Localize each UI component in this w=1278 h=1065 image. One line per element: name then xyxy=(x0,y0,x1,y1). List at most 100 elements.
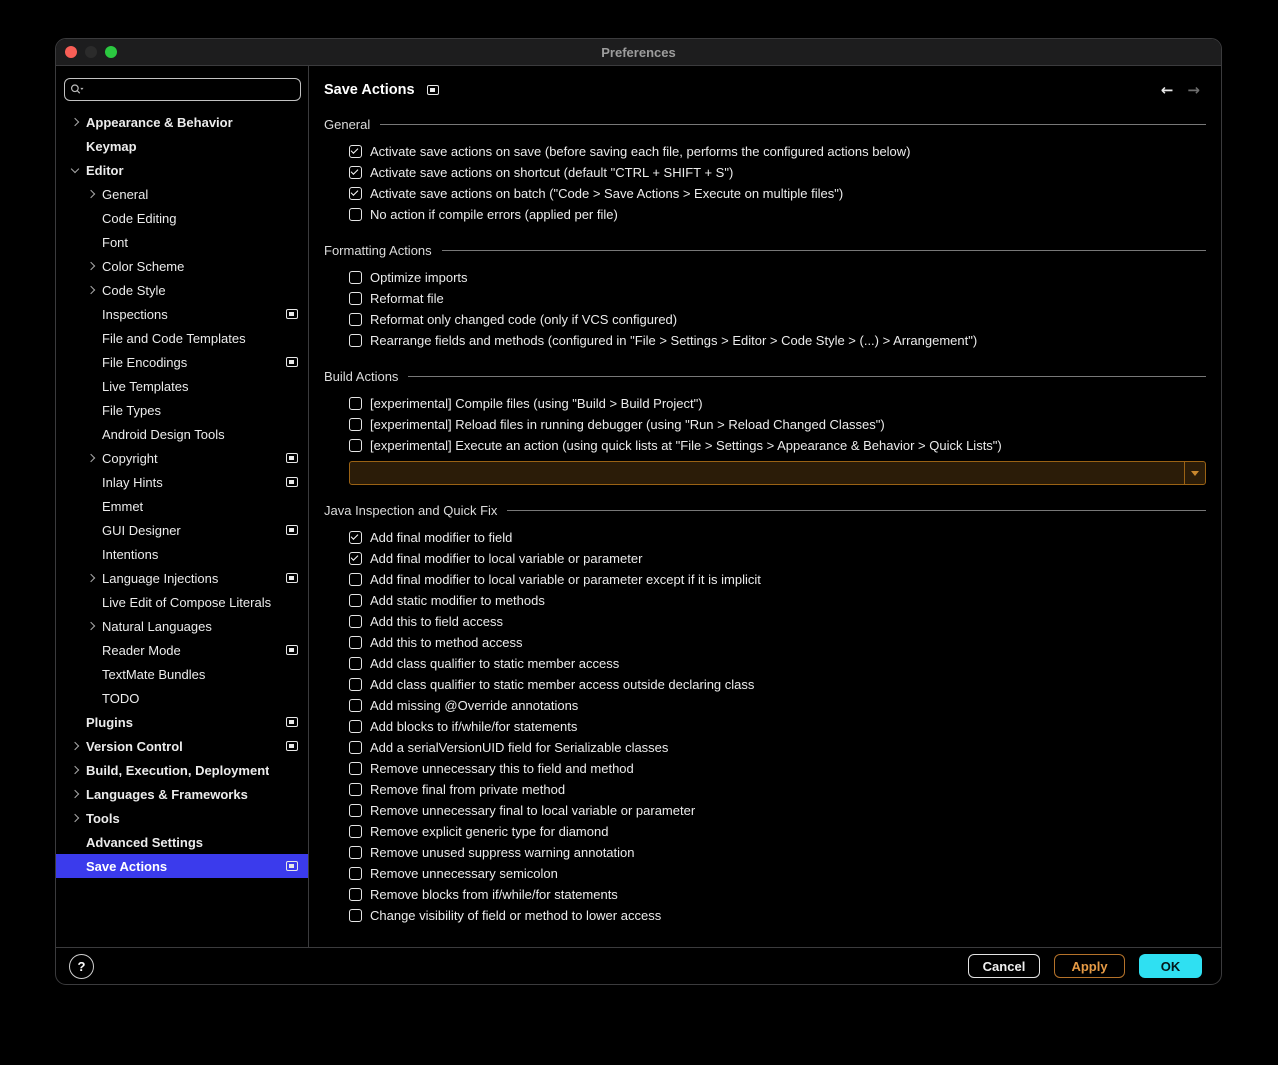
sidebar-item-file-and-code-templates[interactable]: File and Code Templates xyxy=(56,326,308,350)
checkbox-unchecked[interactable] xyxy=(349,418,362,431)
checkbox-unchecked[interactable] xyxy=(349,271,362,284)
checkbox-row-add-this-to-method-access[interactable]: Add this to method access xyxy=(349,632,1206,653)
forward-arrow-icon[interactable]: → xyxy=(1187,81,1200,99)
chevron-right-icon[interactable] xyxy=(88,263,102,269)
checkbox-unchecked[interactable] xyxy=(349,720,362,733)
chevron-right-icon[interactable] xyxy=(88,623,102,629)
sidebar-item-code-style[interactable]: Code Style xyxy=(56,278,308,302)
checkbox-row-add-static-modifier-to-methods[interactable]: Add static modifier to methods xyxy=(349,590,1206,611)
checkbox-row-remove-unnecessary-semicolon[interactable]: Remove unnecessary semicolon xyxy=(349,863,1206,884)
checkbox-unchecked[interactable] xyxy=(349,804,362,817)
checkbox-checked[interactable] xyxy=(349,531,362,544)
sidebar-item-languages-frameworks[interactable]: Languages & Frameworks xyxy=(56,782,308,806)
sidebar-item-natural-languages[interactable]: Natural Languages xyxy=(56,614,308,638)
checkbox-row-add-class-qualifier-to-static-member-access[interactable]: Add class qualifier to static member acc… xyxy=(349,653,1206,674)
checkbox-row-remove-unnecessary-this-to-field-and-method[interactable]: Remove unnecessary this to field and met… xyxy=(349,758,1206,779)
checkbox-checked[interactable] xyxy=(349,145,362,158)
checkbox-row-remove-blocks-from-if-while-for-statements[interactable]: Remove blocks from if/while/for statemen… xyxy=(349,884,1206,905)
chevron-right-icon[interactable] xyxy=(72,791,86,797)
sidebar-item-inlay-hints[interactable]: Inlay Hints xyxy=(56,470,308,494)
sidebar-item-file-encodings[interactable]: File Encodings xyxy=(56,350,308,374)
checkbox-row-remove-final-from-private-method[interactable]: Remove final from private method xyxy=(349,779,1206,800)
checkbox-unchecked[interactable] xyxy=(349,888,362,901)
checkbox-row-experimental-compile-files-using-build-build-pro[interactable]: [experimental] Compile files (using "Bui… xyxy=(349,393,1206,414)
checkbox-row-add-missing-override-annotations[interactable]: Add missing @Override annotations xyxy=(349,695,1206,716)
checkbox-row-optimize-imports[interactable]: Optimize imports xyxy=(349,267,1206,288)
sidebar-item-emmet[interactable]: Emmet xyxy=(56,494,308,518)
sidebar-item-advanced-settings[interactable]: Advanced Settings xyxy=(56,830,308,854)
sidebar-item-live-templates[interactable]: Live Templates xyxy=(56,374,308,398)
dropdown-arrow-button[interactable] xyxy=(1184,462,1205,484)
checkbox-row-remove-unnecessary-final-to-local-variable-or-pa[interactable]: Remove unnecessary final to local variab… xyxy=(349,800,1206,821)
checkbox-unchecked[interactable] xyxy=(349,313,362,326)
checkbox-row-experimental-reload-files-in-running-debugger-us[interactable]: [experimental] Reload files in running d… xyxy=(349,414,1206,435)
checkbox-row-activate-save-actions-on-batch-code-save-actions[interactable]: Activate save actions on batch ("Code > … xyxy=(349,183,1206,204)
checkbox-unchecked[interactable] xyxy=(349,825,362,838)
checkbox-unchecked[interactable] xyxy=(349,334,362,347)
sidebar-item-gui-designer[interactable]: GUI Designer xyxy=(56,518,308,542)
chevron-right-icon[interactable] xyxy=(72,815,86,821)
checkbox-row-activate-save-actions-on-save-before-saving-each[interactable]: Activate save actions on save (before sa… xyxy=(349,141,1206,162)
checkbox-unchecked[interactable] xyxy=(349,636,362,649)
sidebar-item-editor[interactable]: Editor xyxy=(56,158,308,182)
checkbox-checked[interactable] xyxy=(349,552,362,565)
checkbox-unchecked[interactable] xyxy=(349,208,362,221)
checkbox-unchecked[interactable] xyxy=(349,615,362,628)
checkbox-row-add-blocks-to-if-while-for-statements[interactable]: Add blocks to if/while/for statements xyxy=(349,716,1206,737)
sidebar-item-build-execution-deployment[interactable]: Build, Execution, Deployment xyxy=(56,758,308,782)
sidebar-item-todo[interactable]: TODO xyxy=(56,686,308,710)
checkbox-row-no-action-if-compile-errors-applied-per-file[interactable]: No action if compile errors (applied per… xyxy=(349,204,1206,225)
chevron-right-icon[interactable] xyxy=(88,455,102,461)
chevron-right-icon[interactable] xyxy=(88,191,102,197)
chevron-right-icon[interactable] xyxy=(72,119,86,125)
checkbox-row-remove-unused-suppress-warning-annotation[interactable]: Remove unused suppress warning annotatio… xyxy=(349,842,1206,863)
sidebar-item-general[interactable]: General xyxy=(56,182,308,206)
checkbox-unchecked[interactable] xyxy=(349,783,362,796)
checkbox-row-activate-save-actions-on-shortcut-default-ctrl-s[interactable]: Activate save actions on shortcut (defau… xyxy=(349,162,1206,183)
checkbox-unchecked[interactable] xyxy=(349,439,362,452)
checkbox-unchecked[interactable] xyxy=(349,397,362,410)
chevron-right-icon[interactable] xyxy=(88,287,102,293)
checkbox-unchecked[interactable] xyxy=(349,573,362,586)
search-field[interactable] xyxy=(64,78,301,101)
sidebar-item-appearance-behavior[interactable]: Appearance & Behavior xyxy=(56,110,308,134)
checkbox-row-add-class-qualifier-to-static-member-access-outs[interactable]: Add class qualifier to static member acc… xyxy=(349,674,1206,695)
ok-button[interactable]: OK xyxy=(1139,954,1202,978)
sidebar-item-version-control[interactable]: Version Control xyxy=(56,734,308,758)
checkbox-row-rearrange-fields-and-methods-configured-in-file-[interactable]: Rearrange fields and methods (configured… xyxy=(349,330,1206,351)
checkbox-row-add-final-modifier-to-local-variable-or-paramete[interactable]: Add final modifier to local variable or … xyxy=(349,569,1206,590)
checkbox-unchecked[interactable] xyxy=(349,699,362,712)
checkbox-row-remove-explicit-generic-type-for-diamond[interactable]: Remove explicit generic type for diamond xyxy=(349,821,1206,842)
sidebar-item-file-types[interactable]: File Types xyxy=(56,398,308,422)
checkbox-unchecked[interactable] xyxy=(349,657,362,670)
help-button[interactable]: ? xyxy=(69,954,94,979)
search-input[interactable] xyxy=(84,83,295,97)
sidebar-item-color-scheme[interactable]: Color Scheme xyxy=(56,254,308,278)
quick-list-dropdown[interactable] xyxy=(349,461,1206,485)
sidebar-item-intentions[interactable]: Intentions xyxy=(56,542,308,566)
checkbox-unchecked[interactable] xyxy=(349,678,362,691)
checkbox-row-reformat-only-changed-code-only-if-vcs-configure[interactable]: Reformat only changed code (only if VCS … xyxy=(349,309,1206,330)
checkbox-row-add-this-to-field-access[interactable]: Add this to field access xyxy=(349,611,1206,632)
sidebar-item-plugins[interactable]: Plugins xyxy=(56,710,308,734)
checkbox-row-add-a-serialversionuid-field-for-serializable-cl[interactable]: Add a serialVersionUID field for Seriali… xyxy=(349,737,1206,758)
checkbox-unchecked[interactable] xyxy=(349,909,362,922)
sidebar-item-inspections[interactable]: Inspections xyxy=(56,302,308,326)
chevron-right-icon[interactable] xyxy=(72,743,86,749)
sidebar-item-android-design-tools[interactable]: Android Design Tools xyxy=(56,422,308,446)
checkbox-unchecked[interactable] xyxy=(349,762,362,775)
sidebar-item-code-editing[interactable]: Code Editing xyxy=(56,206,308,230)
sidebar-item-font[interactable]: Font xyxy=(56,230,308,254)
sidebar-item-language-injections[interactable]: Language Injections xyxy=(56,566,308,590)
apply-button[interactable]: Apply xyxy=(1054,954,1125,978)
checkbox-row-change-visibility-of-field-or-method-to-lower-ac[interactable]: Change visibility of field or method to … xyxy=(349,905,1206,926)
sidebar-item-textmate-bundles[interactable]: TextMate Bundles xyxy=(56,662,308,686)
checkbox-checked[interactable] xyxy=(349,187,362,200)
checkbox-unchecked[interactable] xyxy=(349,867,362,880)
checkbox-row-add-final-modifier-to-local-variable-or-paramete[interactable]: Add final modifier to local variable or … xyxy=(349,548,1206,569)
sidebar-item-tools[interactable]: Tools xyxy=(56,806,308,830)
sidebar-item-copyright[interactable]: Copyright xyxy=(56,446,308,470)
checkbox-row-add-final-modifier-to-field[interactable]: Add final modifier to field xyxy=(349,527,1206,548)
checkbox-checked[interactable] xyxy=(349,166,362,179)
checkbox-unchecked[interactable] xyxy=(349,292,362,305)
